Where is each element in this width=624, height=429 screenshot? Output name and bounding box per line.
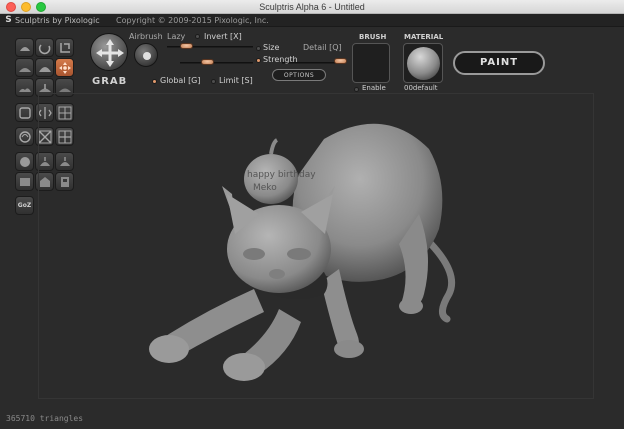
- goz-label: GoZ: [17, 202, 32, 209]
- detail-slider-knob[interactable]: [334, 58, 347, 64]
- brush-enable-radio[interactable]: [354, 87, 359, 92]
- goz-button[interactable]: GoZ: [15, 196, 34, 215]
- window-title: Sculptris Alpha 6 - Untitled: [259, 2, 365, 12]
- cat-model: happy birthday Meko: [149, 123, 456, 381]
- lazy-slider-knob[interactable]: [180, 43, 193, 49]
- limit-label: Limit [S]: [219, 76, 253, 85]
- tool-name: GRAB: [92, 76, 128, 87]
- 3d-viewport[interactable]: happy birthday Meko: [38, 93, 594, 399]
- material-label: MATERIAL: [404, 33, 444, 41]
- move-arrows-icon: [96, 39, 124, 67]
- invert-radio[interactable]: [195, 34, 200, 39]
- front-left-paw: [149, 335, 189, 363]
- brush-enable-label: Enable: [362, 84, 386, 92]
- airbrush-label: Airbrush: [129, 32, 163, 41]
- mask-icon[interactable]: [15, 103, 34, 122]
- rotate-icon[interactable]: [55, 38, 74, 57]
- new-sphere-icon[interactable]: [15, 152, 34, 171]
- grab-tool-ball[interactable]: [90, 33, 128, 71]
- material-name: 00default: [404, 84, 438, 92]
- size-slider-track[interactable]: [180, 62, 253, 64]
- inflate-icon[interactable]: [35, 58, 54, 77]
- size-radio[interactable]: [256, 46, 261, 51]
- size-label: Size: [263, 43, 280, 52]
- brush-label: BRUSH: [359, 33, 387, 41]
- paint-button[interactable]: PAINT: [453, 51, 545, 75]
- smooth-icon[interactable]: [15, 78, 34, 97]
- apple-text-line2: Meko: [253, 183, 277, 193]
- status-triangles: 365710 triangles: [6, 414, 84, 423]
- brush-preview[interactable]: [352, 43, 390, 83]
- crease-icon[interactable]: [35, 38, 54, 57]
- flatten-icon[interactable]: [15, 58, 34, 77]
- apple-text-line1: happy birthday: [247, 170, 316, 180]
- copyright-text: Copyright © 2009-2015 Pixologic, Inc.: [116, 16, 269, 25]
- airbrush-toggle[interactable]: [134, 43, 158, 67]
- material-preview[interactable]: [403, 43, 443, 83]
- limit-radio[interactable]: [211, 79, 216, 84]
- import-icon[interactable]: [15, 172, 34, 191]
- sculptris-s-icon: S: [5, 15, 12, 25]
- detail-label: Detail [Q]: [303, 43, 342, 52]
- strength-radio[interactable]: [256, 58, 261, 63]
- material-sphere-icon: [407, 47, 440, 80]
- title-bar: Sculptris Alpha 6 - Untitled: [0, 0, 624, 14]
- subdivide-icon[interactable]: [15, 127, 34, 146]
- app-header: S Sculptris by Pixologic Copyright © 200…: [0, 14, 624, 27]
- global-radio[interactable]: [152, 79, 157, 84]
- grab-icon[interactable]: [55, 58, 74, 77]
- options-button[interactable]: OPTIONS: [272, 69, 326, 81]
- airbrush-dot-icon: [143, 52, 151, 60]
- strength-label: Strength: [263, 55, 298, 64]
- invert-label: Invert [X]: [204, 32, 242, 41]
- app-name: Sculptris by Pixologic: [15, 16, 100, 25]
- size-slider-knob[interactable]: [201, 59, 214, 65]
- draw-icon[interactable]: [15, 38, 34, 57]
- global-label: Global [G]: [160, 76, 201, 85]
- front-right-paw: [223, 353, 265, 381]
- lazy-label: Lazy: [167, 32, 186, 41]
